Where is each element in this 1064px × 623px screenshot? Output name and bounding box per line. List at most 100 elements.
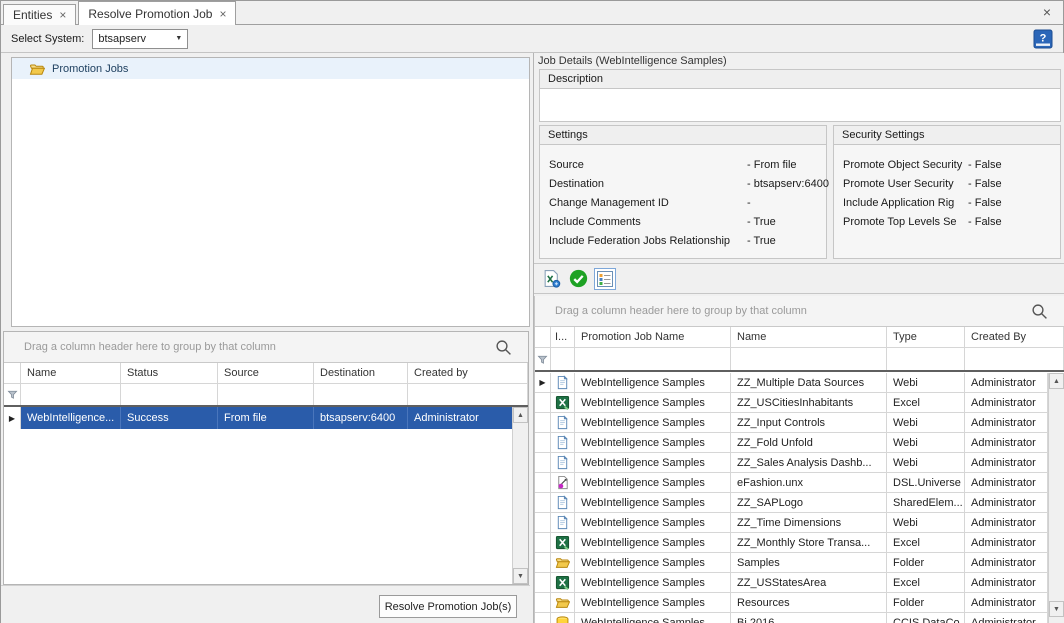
object-type-icon-cell[interactable] xyxy=(551,393,575,412)
cell-promotion-job-name[interactable]: WebIntelligence Samples xyxy=(575,573,731,592)
object-row[interactable]: ▶WebIntelligence SamplesZZ_Multiple Data… xyxy=(535,373,1048,393)
object-type-icon-cell[interactable] xyxy=(551,513,575,532)
filter-cell-name[interactable] xyxy=(21,384,121,405)
cell-name[interactable]: ZZ_Sales Analysis Dashb... xyxy=(731,453,887,472)
object-row[interactable]: WebIntelligence SamplesZZ_Fold UnfoldWeb… xyxy=(535,433,1048,453)
object-row[interactable]: WebIntelligence SampleseFashion.unxDSL.U… xyxy=(535,473,1048,493)
filter-cell-promotion-job-name[interactable] xyxy=(575,348,731,370)
cell-type[interactable]: Webi xyxy=(887,433,965,452)
cell-promotion-job-name[interactable]: WebIntelligence Samples xyxy=(575,373,731,392)
cell-name[interactable]: ZZ_SAPLogo xyxy=(731,493,887,512)
cell-name[interactable]: Resources xyxy=(731,593,887,612)
scroll-down-icon[interactable]: ▼ xyxy=(513,568,528,584)
cell-promotion-job-name[interactable]: WebIntelligence Samples xyxy=(575,453,731,472)
object-row[interactable]: WebIntelligence SamplesResourcesFolderAd… xyxy=(535,593,1048,613)
cell-promotion-job-name[interactable]: WebIntelligence Samples xyxy=(575,513,731,532)
cell-name[interactable]: ZZ_Time Dimensions xyxy=(731,513,887,532)
scroll-up-icon[interactable]: ▲ xyxy=(513,407,528,423)
filter-cell-created-by[interactable] xyxy=(408,384,528,405)
cell-destination[interactable]: btsapserv:6400 xyxy=(314,407,408,429)
cell-type[interactable]: Webi xyxy=(887,513,965,532)
column-header-name[interactable]: Name xyxy=(731,327,887,348)
help-button[interactable] xyxy=(1033,29,1053,49)
filter-cell-icon[interactable] xyxy=(551,348,575,370)
filter-cell-name[interactable] xyxy=(731,348,887,370)
cell-promotion-job-name[interactable]: WebIntelligence Samples xyxy=(575,493,731,512)
object-type-icon-cell[interactable] xyxy=(551,533,575,552)
column-header-created-by[interactable]: Created By xyxy=(965,327,1064,348)
cell-type[interactable]: Webi xyxy=(887,453,965,472)
scroll-down-icon[interactable]: ▼ xyxy=(1049,601,1064,617)
cell-name[interactable]: ZZ_USStatesArea xyxy=(731,573,887,592)
filter-cell-status[interactable] xyxy=(121,384,218,405)
cell-type[interactable]: Excel xyxy=(887,393,965,412)
object-type-icon-cell[interactable] xyxy=(551,493,575,512)
column-header-type[interactable]: Type xyxy=(887,327,965,348)
cell-created-by[interactable]: Administrator xyxy=(965,373,1048,392)
tab-entities[interactable]: Entities × xyxy=(3,4,76,25)
cell-created-by[interactable]: Administrator xyxy=(965,493,1048,512)
system-select[interactable]: btsapserv ▼ xyxy=(92,29,188,49)
cell-status[interactable]: Success xyxy=(121,407,218,429)
filter-cell-type[interactable] xyxy=(887,348,965,370)
cell-type[interactable]: DSL.Universe xyxy=(887,473,965,492)
promotion-job-row[interactable]: ▶ WebIntelligence... Success From file b… xyxy=(4,407,528,429)
cell-created-by[interactable]: Administrator xyxy=(965,433,1048,452)
column-header-created-by[interactable]: Created by xyxy=(408,363,528,384)
object-type-icon-cell[interactable] xyxy=(551,473,575,492)
column-header-icon[interactable]: I... xyxy=(551,327,575,348)
cell-name[interactable]: ZZ_Input Controls xyxy=(731,413,887,432)
window-close-icon[interactable]: × xyxy=(1039,4,1055,20)
cell-type[interactable]: Webi xyxy=(887,373,965,392)
search-icon[interactable] xyxy=(495,339,512,356)
object-row[interactable]: WebIntelligence SamplesZZ_Sales Analysis… xyxy=(535,453,1048,473)
column-header-status[interactable]: Status xyxy=(121,363,218,384)
column-header-name[interactable]: Name xyxy=(21,363,121,384)
object-row[interactable]: WebIntelligence SamplesZZ_SAPLogoSharedE… xyxy=(535,493,1048,513)
cell-promotion-job-name[interactable]: WebIntelligence Samples xyxy=(575,533,731,552)
object-row[interactable]: WebIntelligence SamplesZZ_Monthly Store … xyxy=(535,533,1048,553)
object-row[interactable]: WebIntelligence SamplesBi 2016CCIS.DataC… xyxy=(535,613,1048,623)
cell-promotion-job-name[interactable]: WebIntelligence Samples xyxy=(575,553,731,572)
cell-promotion-job-name[interactable]: WebIntelligence Samples xyxy=(575,613,731,623)
cell-promotion-job-name[interactable]: WebIntelligence Samples xyxy=(575,413,731,432)
cell-created-by[interactable]: Administrator xyxy=(965,513,1048,532)
cell-name[interactable]: ZZ_Multiple Data Sources xyxy=(731,373,887,392)
cell-name[interactable]: WebIntelligence... xyxy=(21,407,121,429)
tab-resolve-close-icon[interactable]: × xyxy=(219,9,226,19)
cell-name[interactable]: ZZ_Monthly Store Transa... xyxy=(731,533,887,552)
column-header-promotion-job-name[interactable]: Promotion Job Name xyxy=(575,327,731,348)
cell-created-by[interactable]: Administrator xyxy=(965,613,1048,623)
cell-created-by[interactable]: Administrator xyxy=(408,407,528,429)
resolve-promotion-job-button[interactable]: Resolve Promotion Job(s) xyxy=(379,595,517,618)
cell-type[interactable]: Folder xyxy=(887,553,965,572)
cell-created-by[interactable]: Administrator xyxy=(965,553,1048,572)
cell-created-by[interactable]: Administrator xyxy=(965,473,1048,492)
cell-promotion-job-name[interactable]: WebIntelligence Samples xyxy=(575,433,731,452)
filter-cell-destination[interactable] xyxy=(314,384,408,405)
cell-source[interactable]: From file xyxy=(218,407,314,429)
column-header-destination[interactable]: Destination xyxy=(314,363,408,384)
object-type-icon-cell[interactable] xyxy=(551,453,575,472)
cell-type[interactable]: Excel xyxy=(887,573,965,592)
object-row[interactable]: WebIntelligence SamplesZZ_Input Controls… xyxy=(535,413,1048,433)
search-icon[interactable] xyxy=(1031,303,1048,320)
cell-type[interactable]: Webi xyxy=(887,413,965,432)
tab-entities-close-icon[interactable]: × xyxy=(59,10,66,20)
export-to-excel-button[interactable] xyxy=(540,268,562,290)
cell-name[interactable]: Bi 2016 xyxy=(731,613,887,623)
column-header-source[interactable]: Source xyxy=(218,363,314,384)
right-grid-scrollbar[interactable]: ▲ ▼ xyxy=(1048,373,1064,623)
object-type-icon-cell[interactable] xyxy=(551,413,575,432)
cell-promotion-job-name[interactable]: WebIntelligence Samples xyxy=(575,473,731,492)
cell-created-by[interactable]: Administrator xyxy=(965,533,1048,552)
cell-created-by[interactable]: Administrator xyxy=(965,393,1048,412)
cell-type[interactable]: SharedElem... xyxy=(887,493,965,512)
cell-name[interactable]: eFashion.unx xyxy=(731,473,887,492)
cell-name[interactable]: ZZ_Fold Unfold xyxy=(731,433,887,452)
cell-promotion-job-name[interactable]: WebIntelligence Samples xyxy=(575,593,731,612)
tree-item-promotion-jobs[interactable]: Promotion Jobs xyxy=(12,58,529,79)
cell-type[interactable]: Folder xyxy=(887,593,965,612)
cell-created-by[interactable]: Administrator xyxy=(965,413,1048,432)
cell-type[interactable]: CCIS.DataCo... xyxy=(887,613,965,623)
